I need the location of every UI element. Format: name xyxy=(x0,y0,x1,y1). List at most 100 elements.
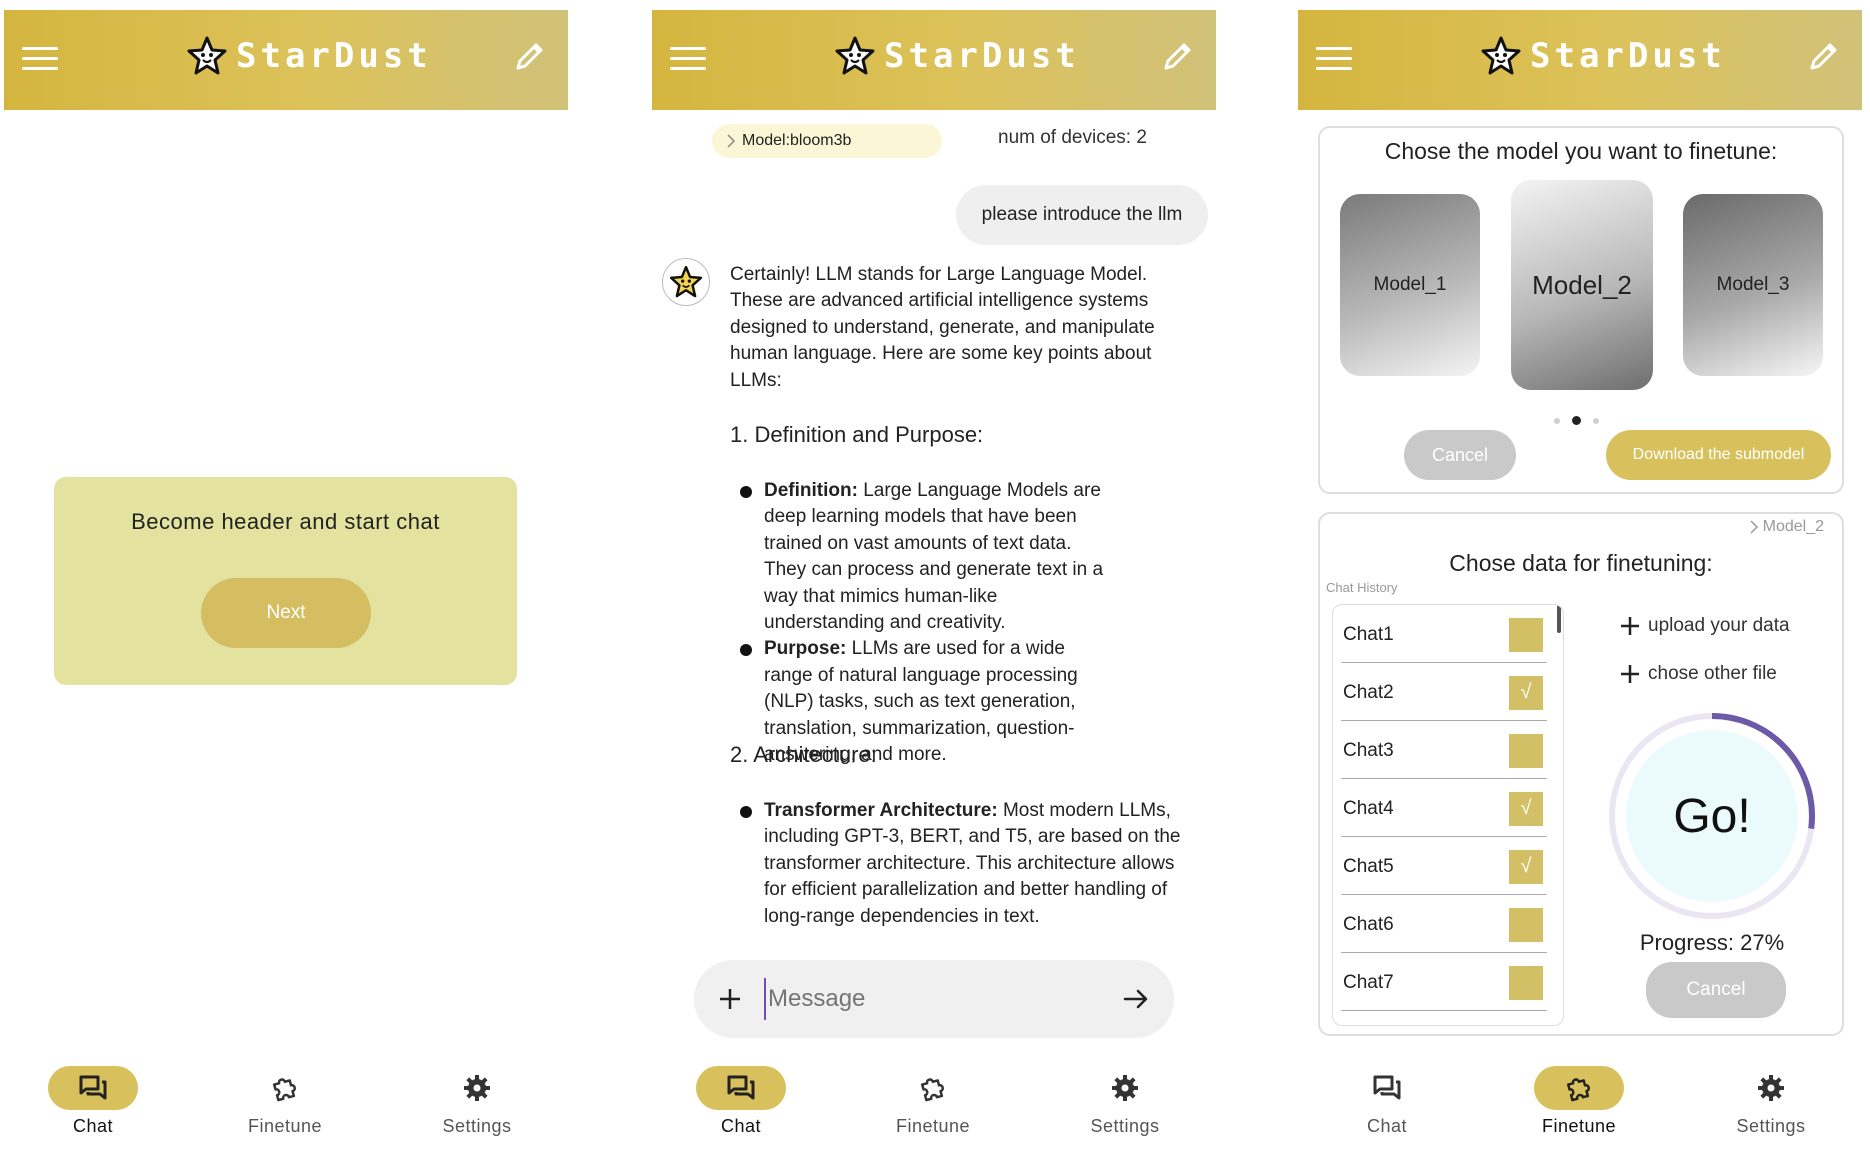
definition-term: Definition: xyxy=(764,480,858,501)
nav-settings-label: Settings xyxy=(442,1116,512,1136)
nav-finetune[interactable]: Finetune xyxy=(868,1066,998,1152)
chat-name: Chat6 xyxy=(1343,913,1394,935)
breadcrumb[interactable]: Model_2 xyxy=(1749,518,1824,536)
chat-checkbox[interactable] xyxy=(1509,733,1543,768)
list-item: Chat4 √ xyxy=(1341,781,1547,837)
list-item: Chat5 √ xyxy=(1341,839,1547,895)
nav-chat-label: Chat xyxy=(720,1116,762,1136)
chat-name: Chat1 xyxy=(1343,623,1394,645)
chat-checkbox-checked[interactable]: √ xyxy=(1509,791,1543,826)
definition-text: Large Language Models are deep learning … xyxy=(764,480,1104,634)
message-input[interactable] xyxy=(764,978,1104,1020)
model-chip-label: Model:bloom3b xyxy=(742,132,852,149)
chose-other-file-button[interactable]: chose other file xyxy=(1618,662,1777,686)
star-avatar-icon xyxy=(669,265,703,298)
list-item: Chat7 xyxy=(1341,955,1547,1011)
cancel-progress-button[interactable]: Cancel xyxy=(1646,962,1786,1018)
next-button[interactable]: Next xyxy=(201,578,371,648)
nav-chat[interactable]: Chat xyxy=(676,1066,806,1152)
data-picker-panel: Model_2 Chose data for finetuning: Chat … xyxy=(1318,512,1844,1036)
brand-name: StarDust xyxy=(884,36,1080,76)
scrollbar[interactable] xyxy=(1557,605,1561,633)
brand-name: StarDust xyxy=(236,36,432,76)
nav-settings-label: Settings xyxy=(1736,1116,1806,1136)
carousel-dot-active[interactable] xyxy=(1572,416,1581,425)
app-logo: StarDust xyxy=(184,30,432,82)
send-arrow-icon[interactable] xyxy=(1116,979,1156,1019)
chat-icon xyxy=(79,1075,107,1100)
chat-icon xyxy=(1373,1075,1401,1100)
progress-label: Progress: 27% xyxy=(1639,930,1785,955)
nav-settings[interactable]: Settings xyxy=(1706,1066,1836,1152)
reply-section-1-title: 1. Definition and Purpose: xyxy=(730,422,984,447)
reply-list-2: Transformer Architecture: Most modern LL… xyxy=(730,798,1190,930)
model-selector-chip[interactable]: Model:bloom3b xyxy=(712,124,942,158)
model-card-label: Model_2 xyxy=(1532,269,1632,300)
nav-finetune-label: Finetune xyxy=(247,1116,323,1136)
breadcrumb-label: Model_2 xyxy=(1762,518,1824,535)
devices-count: num of devices: 2 xyxy=(998,127,1147,148)
data-picker-title: Chose data for finetuning: xyxy=(1449,550,1713,576)
gear-icon xyxy=(1758,1075,1784,1101)
chat-checkbox[interactable] xyxy=(1509,617,1543,652)
carousel-dot[interactable] xyxy=(1554,417,1560,424)
chat-history-label: Chat History xyxy=(1326,580,1398,595)
plus-icon[interactable] xyxy=(710,979,750,1019)
nav-finetune[interactable]: Finetune xyxy=(1514,1066,1644,1152)
upload-data-button[interactable]: upload your data xyxy=(1618,614,1790,638)
nav-settings[interactable]: Settings xyxy=(1060,1066,1190,1152)
welcome-card: Become header and start chat Next xyxy=(54,477,517,685)
chat-name: Chat5 xyxy=(1343,855,1394,877)
plus-icon xyxy=(1621,665,1639,683)
edit-icon[interactable] xyxy=(1158,36,1198,76)
user-message-bubble: please introduce the llm xyxy=(956,185,1208,245)
list-item: Definition: Large Language Models are de… xyxy=(730,478,1110,636)
model-card-3[interactable]: Model_3 xyxy=(1683,194,1823,376)
go-button[interactable]: Go! xyxy=(1626,730,1798,902)
puzzle-icon xyxy=(1566,1078,1590,1102)
reply-intro: Certainly! LLM stands for Large Language… xyxy=(730,264,1155,391)
menu-icon[interactable] xyxy=(1314,38,1354,78)
app-header: StarDust xyxy=(652,10,1216,110)
chat-checkbox[interactable] xyxy=(1509,965,1543,1000)
nav-chat[interactable]: Chat xyxy=(1322,1066,1452,1152)
list-item: Transformer Architecture: Most modern LL… xyxy=(730,798,1190,930)
model-card-1[interactable]: Model_1 xyxy=(1340,194,1480,376)
chat-checkbox-checked[interactable]: √ xyxy=(1509,675,1543,710)
chat-checkbox-checked[interactable]: √ xyxy=(1509,849,1543,884)
reply-section-2-title: 2. Architecture: xyxy=(730,742,877,767)
download-submodel-button[interactable]: Download the submodel xyxy=(1606,430,1831,480)
nav-settings[interactable]: Settings xyxy=(412,1066,542,1152)
cancel-button[interactable]: Cancel xyxy=(1404,430,1516,480)
welcome-title: Become header and start chat xyxy=(131,509,440,534)
nav-chat[interactable]: Chat xyxy=(28,1066,158,1152)
chat-name: Chat2 xyxy=(1343,681,1394,703)
gear-icon xyxy=(1112,1075,1138,1101)
nav-settings-label: Settings xyxy=(1090,1116,1160,1136)
chat-name: Chat7 xyxy=(1343,971,1394,993)
nav-chat-label: Chat xyxy=(1366,1116,1408,1136)
chat-history-list[interactable]: Chat1 Chat2 √ Chat3 Chat4 √ Chat5 √ Chat6 C… xyxy=(1332,604,1564,1026)
list-item: Chat1 xyxy=(1341,607,1547,663)
edit-icon[interactable] xyxy=(510,36,550,76)
architecture-term: Transformer Architecture: xyxy=(764,800,998,821)
nav-finetune-label: Finetune xyxy=(895,1116,971,1136)
carousel-dot[interactable] xyxy=(1593,417,1599,424)
chevron-right-icon xyxy=(727,134,736,148)
model-picker-panel: Chose the model you want to finetune: Mo… xyxy=(1318,126,1844,494)
menu-icon[interactable] xyxy=(668,38,708,78)
star-logo-icon xyxy=(1481,36,1521,75)
message-composer xyxy=(694,960,1174,1038)
app-logo: StarDust xyxy=(832,30,1080,82)
gear-icon xyxy=(464,1075,490,1101)
menu-icon[interactable] xyxy=(20,38,60,78)
edit-icon[interactable] xyxy=(1804,36,1844,76)
upload-data-label: upload your data xyxy=(1648,615,1790,636)
model-card-2-selected[interactable]: Model_2 xyxy=(1511,180,1653,390)
reply-list-1: Definition: Large Language Models are de… xyxy=(730,478,1110,768)
app-header: StarDust xyxy=(4,10,568,110)
nav-finetune[interactable]: Finetune xyxy=(220,1066,350,1152)
list-item: Chat6 xyxy=(1341,897,1547,953)
chat-checkbox[interactable] xyxy=(1509,907,1543,942)
carousel-dots[interactable] xyxy=(1554,416,1599,425)
